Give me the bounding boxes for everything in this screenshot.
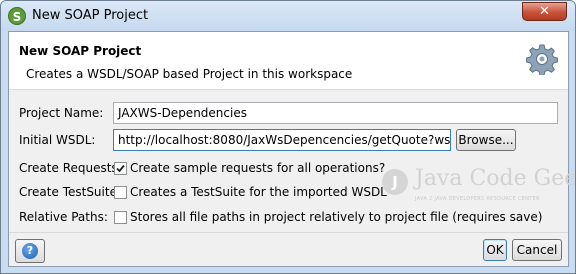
soapui-app-icon: S — [8, 7, 26, 25]
window-title: New SOAP Project — [32, 8, 149, 23]
cancel-button[interactable]: Cancel — [512, 239, 562, 261]
new-soap-project-dialog: S New SOAP Project ✕ New SOAP Project Cr… — [0, 0, 576, 274]
header-title: New SOAP Project — [19, 44, 142, 58]
initial-wsdl-input[interactable]: http://localhost:8080/JaxWsDepencencies/… — [113, 129, 451, 151]
help-button[interactable]: ? — [15, 239, 45, 263]
initial-wsdl-label: Initial WSDL: — [19, 133, 96, 147]
create-testsuite-label: Create TestSuite: — [19, 185, 122, 199]
browse-button[interactable]: Browse... — [456, 129, 516, 151]
initial-wsdl-value: http://localhost:8080/JaxWsDepencencies/… — [118, 133, 451, 147]
create-testsuite-text[interactable]: Creates a TestSuite for the imported WSD… — [130, 185, 387, 199]
relative-paths-label: Relative Paths: — [19, 210, 108, 224]
gear-icon — [526, 44, 558, 75]
dialog-header: New SOAP Project Creates a WSDL/SOAP bas… — [9, 32, 568, 90]
dialog-body: New SOAP Project Creates a WSDL/SOAP bas… — [8, 31, 575, 267]
title-bar[interactable]: S New SOAP Project ✕ — [1, 1, 575, 31]
project-name-label: Project Name: — [19, 106, 104, 120]
watermark-title: Java Code Geeks — [415, 166, 576, 191]
relative-paths-checkbox[interactable] — [114, 211, 127, 224]
checkmark-icon — [116, 164, 125, 173]
java-code-geeks-watermark: J Java Code Geeks JAVA 2 JAVA DEVELOPERS… — [382, 166, 575, 214]
dialog-footer: ? OK Cancel — [9, 232, 568, 266]
close-button[interactable]: ✕ — [522, 2, 567, 21]
help-icon: ? — [22, 243, 38, 259]
project-name-row: Project Name: JAXWS-Dependencies — [9, 102, 568, 126]
initial-wsdl-row: Initial WSDL: http://localhost:8080/JaxW… — [9, 129, 568, 153]
ok-button[interactable]: OK — [483, 239, 507, 261]
project-name-input[interactable]: JAXWS-Dependencies — [113, 102, 558, 124]
header-subtitle: Creates a WSDL/SOAP based Project in thi… — [26, 67, 353, 81]
create-testsuite-checkbox[interactable] — [114, 186, 127, 199]
watermark-subtitle: JAVA 2 JAVA DEVELOPERS RESOURCE CENTER — [415, 196, 540, 202]
create-requests-text[interactable]: Create sample requests for all operation… — [130, 161, 385, 175]
create-requests-checkbox[interactable] — [114, 162, 127, 175]
create-requests-label: Create Requests: — [19, 161, 122, 175]
jcg-logo-icon: J — [382, 169, 408, 195]
